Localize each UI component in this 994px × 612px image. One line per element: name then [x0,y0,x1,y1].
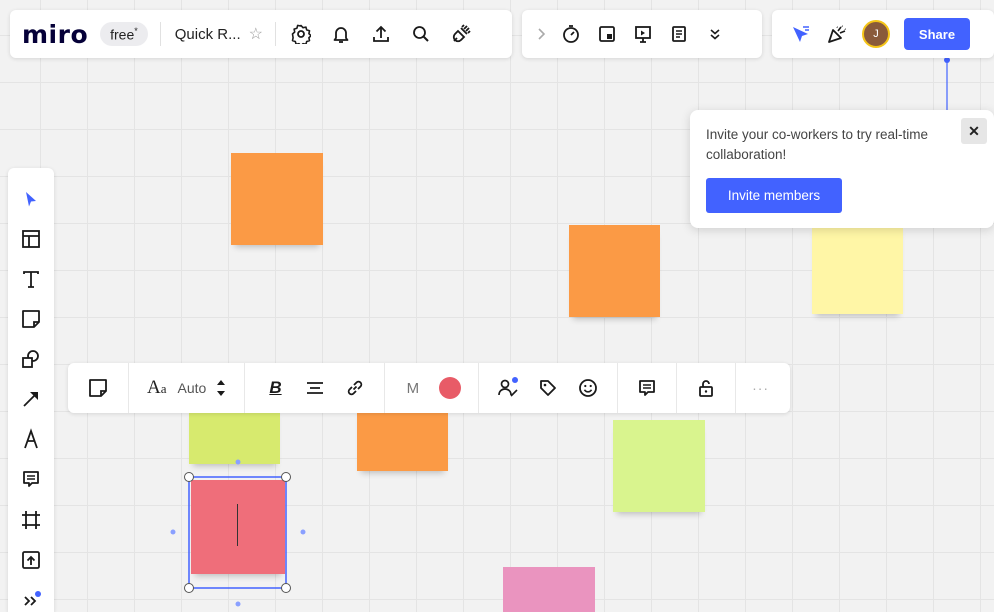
resize-handle [184,472,194,482]
bold-icon[interactable]: B [269,378,281,398]
presentation-icon[interactable] [630,21,656,47]
miro-logo[interactable]: miro [22,20,88,49]
arrow-icon[interactable] [19,387,43,411]
divider [735,363,737,413]
font-size-value[interactable]: Auto [178,380,207,396]
search-icon[interactable] [408,21,434,47]
link-icon[interactable] [342,375,368,401]
align-center-icon[interactable] [302,375,328,401]
divider [478,363,480,413]
invite-members-button[interactable]: Invite members [706,178,842,213]
notes-icon[interactable] [666,21,692,47]
divider [159,22,161,46]
sticky-note-pink[interactable] [503,567,595,612]
sticky-note-icon[interactable] [19,307,43,331]
chevron-right-icon[interactable] [532,21,550,47]
connector-dot [170,529,176,535]
resize-handle [281,583,291,593]
close-icon[interactable]: ✕ [961,118,987,144]
shapes-icon[interactable] [19,347,43,371]
sticky-context-toolbar: Aa Auto B M ··· [68,363,790,413]
sticky-note-yellow[interactable] [812,222,903,314]
more-options-icon[interactable]: ··· [752,380,769,396]
sticky-note-green-2[interactable] [613,420,705,512]
tag-icon[interactable] [535,375,561,401]
avatar[interactable]: J [862,20,890,48]
cursor-icon[interactable] [19,188,43,212]
celebrate-icon[interactable] [824,21,850,47]
comment-icon[interactable] [634,375,660,401]
plug-icon[interactable] [448,21,474,47]
resize-handle [184,583,194,593]
marker-label[interactable]: M [407,380,420,397]
top-right-toolbar: J Share [772,10,994,58]
sticky-note-orange-1[interactable] [231,153,323,245]
settings-icon[interactable] [288,21,314,47]
color-picker-swatch[interactable] [439,377,462,399]
sticky-note-type-icon[interactable] [68,363,128,413]
comment-icon[interactable] [19,467,43,491]
assign-user-icon[interactable] [495,375,521,401]
invite-popup: Invite your co-workers to try real-time … [690,110,994,228]
font-size-stepper[interactable] [214,373,228,403]
connector-dot [300,529,306,535]
share-button[interactable]: Share [904,18,970,50]
board-title[interactable]: Quick R... [175,26,241,43]
sticky-note-orange-3[interactable] [357,405,448,471]
double-chevron-down-icon[interactable] [702,21,728,47]
plan-badge[interactable]: free* [100,21,148,47]
connector-line [944,57,950,112]
divider [383,363,385,413]
divider [274,22,276,46]
timer-icon[interactable] [558,21,584,47]
pen-icon[interactable] [19,427,43,451]
resize-handle [281,472,291,482]
board-card-icon[interactable] [594,21,620,47]
frame-icon[interactable] [19,508,43,532]
connector-dot [235,601,241,607]
more-tools-icon[interactable] [19,588,43,612]
text-icon[interactable] [19,267,43,291]
top-center-toolbar [522,10,762,58]
templates-icon[interactable] [19,227,43,251]
star-icon[interactable]: ☆ [249,24,263,44]
emoji-icon[interactable] [575,375,601,401]
selection-frame[interactable] [165,452,311,612]
divider [128,363,129,413]
left-toolbar [8,168,54,612]
upload-icon[interactable] [368,21,394,47]
upload-icon[interactable] [19,548,43,572]
connector-dot [235,459,241,465]
font-icon[interactable]: Aa [147,377,167,399]
invite-message: Invite your co-workers to try real-time … [706,127,929,162]
divider [676,363,678,413]
cursor-flag-icon[interactable] [788,21,814,47]
top-left-toolbar: miro free* Quick R... ☆ [10,10,512,58]
sticky-note-orange-2[interactable] [569,225,660,317]
lock-icon[interactable] [693,375,719,401]
divider [617,363,619,413]
bell-icon[interactable] [328,21,354,47]
divider [244,363,246,413]
